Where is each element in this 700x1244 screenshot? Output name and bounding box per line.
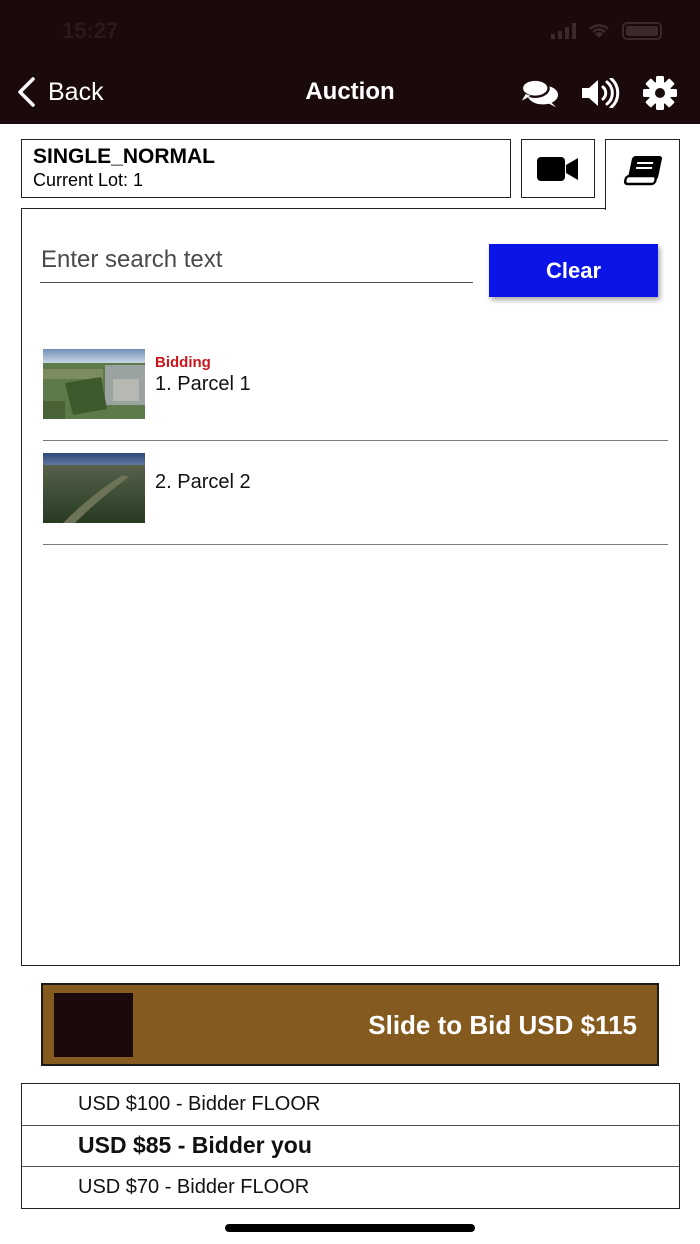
lot-title: 2. Parcel 2 [155, 471, 251, 493]
bid-history-row: USD $100 - Bidder FLOOR [22, 1084, 679, 1126]
slider-handle[interactable] [54, 993, 133, 1057]
lot-title: 1. Parcel 1 [155, 373, 251, 395]
lot-thumbnail [43, 349, 145, 419]
slide-to-bid-label: Slide to Bid USD $115 [368, 1010, 637, 1040]
cellular-signal-icon [551, 23, 576, 39]
tab-video[interactable] [521, 139, 595, 198]
lot-list-item[interactable]: 2. Parcel 2 [43, 441, 668, 545]
gear-icon[interactable] [640, 76, 680, 110]
status-time: 15:27 [62, 18, 119, 43]
bid-history-row: USD $70 - Bidder FLOOR [78, 1176, 310, 1199]
home-indicator[interactable] [225, 1224, 475, 1232]
battery-icon [622, 22, 662, 40]
lot-list-item[interactable]: Bidding 1. Parcel 1 [43, 337, 668, 441]
search-input[interactable] [40, 237, 473, 283]
lot-status-badge: Bidding [155, 354, 211, 371]
auction-name: SINGLE_NORMAL [33, 145, 216, 168]
current-lot-label: Current Lot: 1 [33, 170, 144, 190]
wifi-icon [589, 24, 609, 38]
slide-to-bid[interactable]: Slide to Bid USD $115 [41, 983, 659, 1066]
bid-history-row: USD $85 - Bidder you [22, 1126, 679, 1167]
video-camera-icon [537, 156, 578, 181]
tab-catalog[interactable] [605, 139, 680, 210]
lot-list: Bidding 1. Parcel 1 2. Parcel 2 [43, 337, 668, 545]
lot-thumbnail [43, 453, 145, 523]
catalog-panel: Clear Bidding [21, 208, 680, 966]
chat-bubbles-icon[interactable] [520, 76, 560, 110]
nav-actions [520, 76, 680, 110]
clear-button[interactable]: Clear [489, 244, 658, 297]
status-bar: 15:27 [0, 0, 700, 62]
catalog-book-icon [623, 156, 662, 186]
nav-bar: Back Auction [0, 62, 700, 124]
status-icons [551, 22, 662, 40]
speaker-icon[interactable] [580, 76, 620, 110]
bid-history: USD $100 - Bidder FLOOR USD $85 - Bidder… [21, 1083, 680, 1209]
lot-info-box: SINGLE_NORMAL Current Lot: 1 [21, 139, 511, 198]
